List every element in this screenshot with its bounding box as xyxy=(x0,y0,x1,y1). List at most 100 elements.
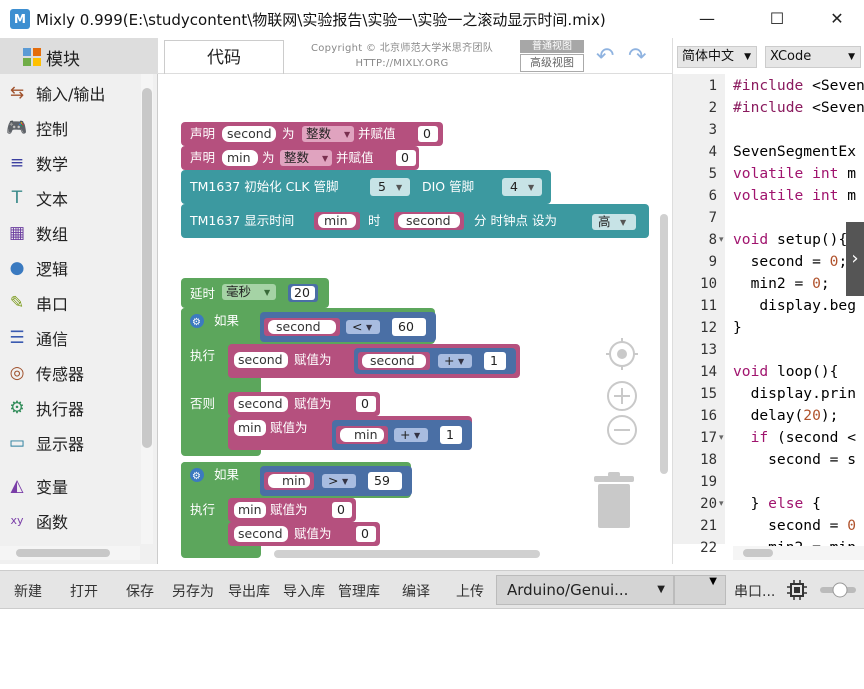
code-line[interactable]: delay(20); xyxy=(733,407,839,424)
if-else-block-1[interactable]: ⚙ 如果 second < ▼ 60 执行 second 赋值为 second … xyxy=(181,308,520,456)
expr-number[interactable]: 1 xyxy=(446,427,454,442)
assign-target-var[interactable]: min xyxy=(238,420,262,435)
manage-library-button[interactable]: 管理库 xyxy=(338,581,380,601)
sidebar-item-4[interactable]: ▦ 数组 xyxy=(0,216,140,250)
condition-right-value[interactable]: 59 xyxy=(374,473,390,488)
show-hour-var[interactable]: min xyxy=(324,213,348,228)
sidebar-item-10[interactable]: ▭ 显示器 xyxy=(0,426,140,460)
expr-number[interactable]: 1 xyxy=(490,353,498,368)
assign-value[interactable]: 0 xyxy=(361,526,369,541)
sidebar-item-12[interactable]: xy 函数 xyxy=(0,504,140,538)
simple-view-button[interactable]: 普通视图 xyxy=(520,40,584,53)
code-line[interactable]: second = 0 xyxy=(733,517,856,534)
sidebar-item-0[interactable]: ⇆ 输入/输出 xyxy=(0,76,140,110)
board-select[interactable]: Arduino/Genui... ▼ xyxy=(496,575,674,605)
export-library-button[interactable]: 导出库 xyxy=(228,581,270,601)
fold-arrow-icon[interactable]: ▾ xyxy=(719,499,724,509)
import-library-button[interactable]: 导入库 xyxy=(283,581,325,601)
workspace-vertical-scrollbar[interactable] xyxy=(660,214,668,474)
sidebar-item-3[interactable]: T 文本 xyxy=(0,181,140,215)
compile-button[interactable]: 编译 xyxy=(402,581,430,601)
if-block-2[interactable]: ⚙ 如果 min > ▼ 59 执行 min 赋值为 0 second 赋值为 … xyxy=(181,462,412,558)
upload-button[interactable]: 上传 xyxy=(456,581,484,601)
trash-icon[interactable] xyxy=(594,472,634,528)
assign-value[interactable]: 0 xyxy=(337,502,345,517)
declare-var-min[interactable]: min xyxy=(227,150,251,165)
fold-arrow-icon[interactable]: ▾ xyxy=(719,433,724,443)
open-button[interactable]: 打开 xyxy=(70,581,98,601)
tm1637-init-block[interactable]: TM1637 初始化 CLK 管脚 5 ▼ DIO 管脚 4 ▼ xyxy=(181,170,551,204)
language-select[interactable]: 简体中文 ▼ xyxy=(677,46,757,68)
sidebar-item-6[interactable]: ✎ 串口 xyxy=(0,286,140,320)
expr-var[interactable]: second xyxy=(370,353,415,368)
clk-pin-dropdown[interactable]: 5 xyxy=(378,179,386,194)
sidebar-item-8[interactable]: ◎ 传感器 xyxy=(0,356,140,390)
zoom-out-icon[interactable] xyxy=(607,415,637,445)
assign-target-var[interactable]: second xyxy=(238,352,283,367)
sidebar-vertical-scrollbar[interactable] xyxy=(141,74,153,544)
sidebar-item-2[interactable]: ≡ 数学 xyxy=(0,146,140,180)
theme-select[interactable]: XCode ▼ xyxy=(765,46,861,68)
blocks-svg[interactable]: 声明 second 为 整数 ▼ 并赋值 0 声明 min 为 整数 ▼ 并赋值… xyxy=(158,74,672,564)
code-line[interactable]: display.prin xyxy=(733,385,856,402)
delay-unit-dropdown[interactable]: 毫秒 xyxy=(226,284,251,299)
code-line[interactable]: if (second < xyxy=(733,429,856,446)
advanced-view-button[interactable]: 高级视图 xyxy=(520,54,584,72)
dio-pin-dropdown[interactable]: 4 xyxy=(510,179,518,194)
condition-left-var[interactable]: min xyxy=(282,473,306,488)
assign-target-var[interactable]: second xyxy=(238,396,283,411)
declare-value[interactable]: 0 xyxy=(401,150,409,165)
declare-second-block[interactable]: 声明 second 为 整数 ▼ 并赋值 0 xyxy=(181,122,443,146)
zoom-in-icon[interactable] xyxy=(607,381,637,411)
type-dropdown[interactable]: 整数 xyxy=(306,126,332,141)
arith-operator-dropdown[interactable]: + xyxy=(400,427,410,442)
blocks-canvas[interactable]: 声明 second 为 整数 ▼ 并赋值 0 声明 min 为 整数 ▼ 并赋值… xyxy=(158,74,672,564)
assign-target-var[interactable]: second xyxy=(238,526,283,541)
collapse-code-pane-button[interactable]: › xyxy=(846,222,864,296)
sidebar-item-1[interactable]: 🎮 控制 xyxy=(0,111,140,145)
code-line[interactable]: #include <Seven xyxy=(733,99,864,116)
assign-value[interactable]: 0 xyxy=(361,396,369,411)
minimize-button[interactable]: — xyxy=(684,4,730,34)
sidebar-item-5[interactable]: ● 逻辑 xyxy=(0,251,140,285)
arith-operator-dropdown[interactable]: + xyxy=(444,353,454,368)
sidebar-horizontal-scrollbar[interactable] xyxy=(0,546,140,560)
code-line[interactable]: display.beg xyxy=(733,297,856,314)
code-horizontal-scrollbar[interactable] xyxy=(733,546,864,560)
gear-icon[interactable]: ⚙ xyxy=(192,471,201,482)
code-line[interactable]: } else { xyxy=(733,495,821,512)
code-line[interactable]: volatile int m xyxy=(733,165,856,182)
compare-operator-dropdown[interactable]: > xyxy=(328,473,338,488)
new-button[interactable]: 新建 xyxy=(14,581,42,601)
close-button[interactable]: ✕ xyxy=(814,4,860,34)
delay-block[interactable]: 延时 毫秒 ▼ 20 xyxy=(181,278,329,308)
redo-icon[interactable]: ↷ xyxy=(628,44,646,69)
code-line[interactable]: min2 = 0; xyxy=(733,275,830,292)
condition-left-var[interactable]: second xyxy=(276,319,321,334)
assign-target-var[interactable]: min xyxy=(238,502,262,517)
save-as-button[interactable]: 另存为 xyxy=(172,581,214,601)
sidebar-item-7[interactable]: ☰ 通信 xyxy=(0,321,140,355)
delay-value[interactable]: 20 xyxy=(294,285,310,300)
fold-arrow-icon[interactable]: ▾ xyxy=(719,235,724,245)
code-line[interactable]: second = 0; xyxy=(733,253,848,270)
gear-icon[interactable]: ⚙ xyxy=(192,317,201,328)
code-line[interactable]: volatile int m xyxy=(733,187,856,204)
serial-monitor-button[interactable]: 串口... xyxy=(734,581,775,601)
code-line[interactable]: } xyxy=(733,319,742,336)
code-line[interactable]: SevenSegmentEx xyxy=(733,143,856,160)
sidebar-item-9[interactable]: ⚙ 执行器 xyxy=(0,391,140,425)
tm1637-show-time-block[interactable]: TM1637 显示时间 min 时 second 分 时钟点 设为 高 ▼ xyxy=(181,204,649,238)
undo-icon[interactable]: ↶ xyxy=(596,44,614,69)
condition-right-value[interactable]: 60 xyxy=(398,319,414,334)
code-line[interactable]: void loop(){ xyxy=(733,363,838,380)
output-console[interactable] xyxy=(0,608,864,689)
code-line[interactable]: second = s xyxy=(733,451,856,468)
port-select[interactable]: ▼ xyxy=(674,575,726,605)
chip-icon[interactable] xyxy=(786,579,808,601)
recenter-icon[interactable] xyxy=(606,338,638,370)
type-dropdown[interactable]: 整数 xyxy=(284,150,310,165)
tab-code[interactable]: 代码 xyxy=(164,40,284,74)
declare-min-block[interactable]: 声明 min 为 整数 ▼ 并赋值 0 xyxy=(181,146,419,170)
colon-dropdown[interactable]: 高 xyxy=(598,214,611,229)
